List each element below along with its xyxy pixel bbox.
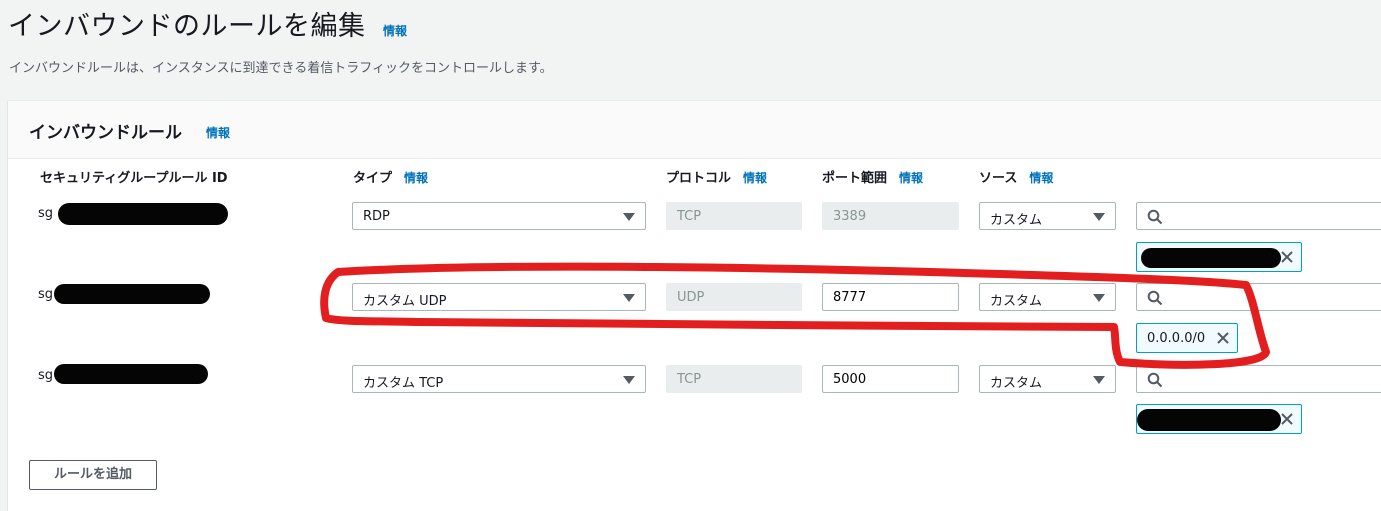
page-description: インバウンドルールは、インスタンスに到達できる着信トラフィックをコントロールしま… [9, 61, 553, 76]
col-header-type: タイプ 情報 [353, 167, 428, 186]
rule-id-1: sg [38, 206, 54, 221]
rule-id-2: sg [38, 287, 54, 302]
redaction-mark [54, 284, 210, 304]
source-select-3-value: カスタム [990, 376, 1043, 391]
caret-down-icon [1093, 376, 1105, 384]
caret-down-icon [623, 213, 635, 221]
col-header-source-label: ソース [979, 171, 1018, 186]
page-title: インバウンドのルールを編集 [8, 11, 366, 42]
type-select-3-value: カスタム TCP [363, 376, 444, 391]
redaction-mark [1137, 409, 1281, 431]
cidr-token-2-label: 0.0.0.0/0 [1147, 331, 1206, 346]
add-rule-button[interactable]: ルールを追加 [29, 460, 157, 490]
redaction-mark [1141, 248, 1281, 268]
type-select-1-value: RDP [363, 209, 390, 224]
col-header-source: ソース 情報 [979, 167, 1053, 186]
search-icon [1147, 372, 1163, 388]
protocol-field-1: TCP [666, 202, 802, 230]
caret-down-icon [1093, 294, 1105, 302]
close-icon[interactable] [1279, 249, 1295, 265]
port-range-info-link[interactable]: 情報 [899, 171, 923, 185]
source-select-3[interactable]: カスタム [979, 365, 1116, 393]
cidr-token-1 [1136, 242, 1302, 272]
source-info-link[interactable]: 情報 [1029, 171, 1053, 185]
port-range-input-2[interactable] [822, 283, 959, 311]
type-select-3[interactable]: カスタム TCP [352, 365, 646, 393]
panel-info-link[interactable]: 情報 [206, 124, 230, 141]
type-select-2-value: カスタム UDP [363, 294, 447, 309]
title-info-link[interactable]: 情報 [383, 22, 407, 39]
type-info-link[interactable]: 情報 [404, 171, 428, 185]
panel-header: インバウンドルール 情報 [8, 101, 1381, 159]
port-range-field-1: 3389 [822, 202, 959, 230]
col-header-port-range: ポート範囲 情報 [822, 167, 923, 186]
protocol-field-2: UDP [666, 283, 802, 311]
search-icon [1147, 209, 1163, 225]
col-header-protocol: プロトコル 情報 [666, 167, 767, 186]
cidr-search-input-2[interactable] [1136, 283, 1381, 311]
cidr-search-input-3[interactable] [1136, 365, 1381, 393]
caret-down-icon [623, 376, 635, 384]
type-select-2[interactable]: カスタム UDP [352, 283, 646, 311]
source-select-2-value: カスタム [990, 294, 1043, 309]
source-select-1[interactable]: カスタム [979, 202, 1116, 230]
col-header-protocol-label: プロトコル [666, 171, 732, 186]
rule-id-3: sg [38, 368, 54, 383]
panel-title: インバウンドルール [29, 123, 182, 143]
col-header-rule-id-label: セキュリティグループルール ID [40, 171, 228, 186]
cidr-search-input-1[interactable] [1136, 202, 1381, 230]
redaction-mark [58, 203, 228, 225]
redaction-mark [54, 364, 208, 384]
close-icon[interactable] [1279, 411, 1295, 427]
col-header-type-label: タイプ [353, 171, 393, 186]
col-header-port-range-label: ポート範囲 [822, 171, 888, 186]
cidr-token-2: 0.0.0.0/0 [1136, 323, 1238, 353]
col-header-rule-id: セキュリティグループルール ID [40, 167, 228, 186]
protocol-info-link[interactable]: 情報 [743, 171, 767, 185]
caret-down-icon [623, 294, 635, 302]
search-icon [1147, 290, 1163, 306]
caret-down-icon [1093, 213, 1105, 221]
close-icon[interactable] [1215, 330, 1231, 346]
source-select-1-value: カスタム [990, 213, 1043, 228]
source-select-2[interactable]: カスタム [979, 283, 1116, 311]
protocol-field-3: TCP [666, 365, 802, 393]
port-range-input-3[interactable] [822, 365, 959, 393]
cidr-token-3 [1136, 404, 1302, 434]
type-select-1[interactable]: RDP [352, 202, 646, 230]
